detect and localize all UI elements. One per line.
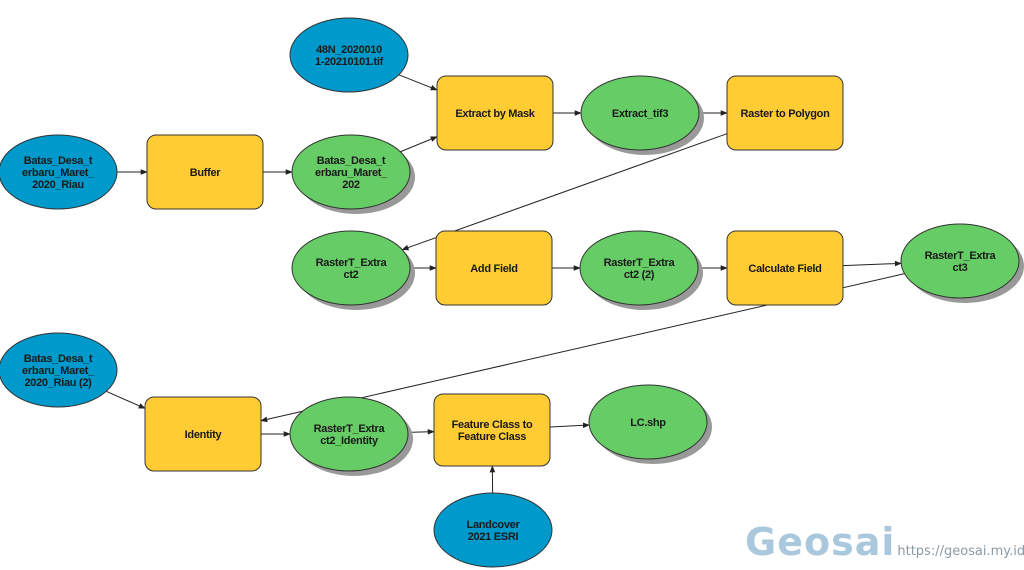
node-derived-data[interactable]: RasterT_Extract2_Identity bbox=[289, 396, 413, 476]
connector-n_fc2fc-to-n_lc[interactable] bbox=[549, 422, 590, 429]
node-label: 2020_Riau (2) bbox=[24, 377, 92, 389]
node-tool[interactable]: Feature Class toFeature Class bbox=[433, 393, 551, 467]
node-tool[interactable]: Calculate Field bbox=[726, 230, 844, 306]
node-label: Raster to Polygon bbox=[740, 108, 830, 120]
node-label: Calculate Field bbox=[748, 263, 821, 275]
node-label: erbaru_Maret_ bbox=[22, 365, 95, 377]
node-label: Add Field bbox=[470, 263, 517, 275]
node-label: 1-20210101.tif bbox=[315, 56, 384, 68]
node-label: ct2 bbox=[344, 269, 359, 281]
node-label: Buffer bbox=[190, 167, 222, 179]
node-derived-data[interactable]: Extract_tif3 bbox=[580, 75, 704, 155]
node-label: RasterT_Extra bbox=[604, 257, 676, 269]
node-derived-data[interactable]: RasterT_Extract2 (2) bbox=[579, 230, 703, 310]
node-label: Extract by Mask bbox=[455, 108, 535, 120]
node-tool[interactable]: Add Field bbox=[435, 230, 553, 306]
node-label: Landcover bbox=[467, 519, 521, 531]
watermark: Geosai https://geosai.my.id bbox=[745, 520, 1024, 564]
node-label: Batas_Desa_t bbox=[24, 353, 93, 365]
node-label: ct3 bbox=[953, 262, 968, 274]
node-derived-data[interactable]: LC.shp bbox=[588, 384, 712, 464]
node-label: ct2 (2) bbox=[624, 269, 655, 281]
node-derived-data[interactable]: Batas_Desa_terbaru_Maret_202 bbox=[291, 134, 415, 214]
node-label: RasterT_Extra bbox=[925, 250, 997, 262]
node-input-data[interactable]: Batas_Desa_terbaru_Maret_2020_Riau bbox=[0, 134, 118, 210]
watermark-url: https://geosai.my.id bbox=[897, 544, 1024, 559]
node-label: erbaru_Maret_ bbox=[315, 167, 388, 179]
node-input-data[interactable]: 48N_20200101-20210101.tif bbox=[289, 17, 409, 93]
node-derived-data[interactable]: RasterT_Extract2 bbox=[291, 230, 415, 310]
node-tool[interactable]: Extract by Mask bbox=[436, 75, 554, 151]
node-label: Feature Class to bbox=[452, 419, 533, 431]
node-label: RasterT_Extra bbox=[314, 423, 386, 435]
node-tool[interactable]: Buffer bbox=[146, 134, 264, 210]
node-derived-data[interactable]: RasterT_Extract3 bbox=[900, 223, 1024, 303]
node-label: 2021 ESRI bbox=[468, 531, 519, 543]
node-label: Feature Class bbox=[458, 431, 526, 443]
node-label: 48N_2020010 bbox=[316, 44, 382, 56]
node-label: erbaru_Maret_ bbox=[22, 167, 95, 179]
node-label: 2020_Riau bbox=[32, 179, 84, 191]
node-tool[interactable]: Raster to Polygon bbox=[726, 75, 844, 151]
connector-n_raster_in-to-n_extract_mask[interactable] bbox=[398, 74, 438, 91]
node-label: 202 bbox=[342, 179, 360, 191]
node-label: Batas_Desa_t bbox=[24, 155, 93, 167]
model-diagram: 48N_20200101-20210101.tifBatas_Desa_terb… bbox=[0, 17, 1024, 568]
node-label: Extract_tif3 bbox=[612, 108, 668, 120]
node-label: ct2_Identity bbox=[320, 435, 379, 447]
connector-n_calc_field-to-n_rastert3[interactable] bbox=[842, 260, 902, 267]
node-label: Batas_Desa_t bbox=[317, 155, 386, 167]
node-label: RasterT_Extra bbox=[316, 257, 388, 269]
node-label: LC.shp bbox=[630, 417, 666, 429]
node-tool[interactable]: Identity bbox=[144, 396, 262, 472]
node-label: Identity bbox=[185, 429, 223, 441]
nodes: 48N_20200101-20210101.tifBatas_Desa_terb… bbox=[0, 17, 1024, 568]
connector-n_batas_buf-to-n_extract_mask[interactable] bbox=[400, 136, 438, 153]
watermark-brand: Geosai bbox=[745, 520, 896, 564]
connector-n_batas_in2-to-n_identity[interactable] bbox=[106, 390, 146, 409]
node-input-data[interactable]: Landcover2021 ESRI bbox=[433, 492, 553, 568]
node-input-data[interactable]: Batas_Desa_terbaru_Maret_2020_Riau (2) bbox=[0, 332, 118, 408]
